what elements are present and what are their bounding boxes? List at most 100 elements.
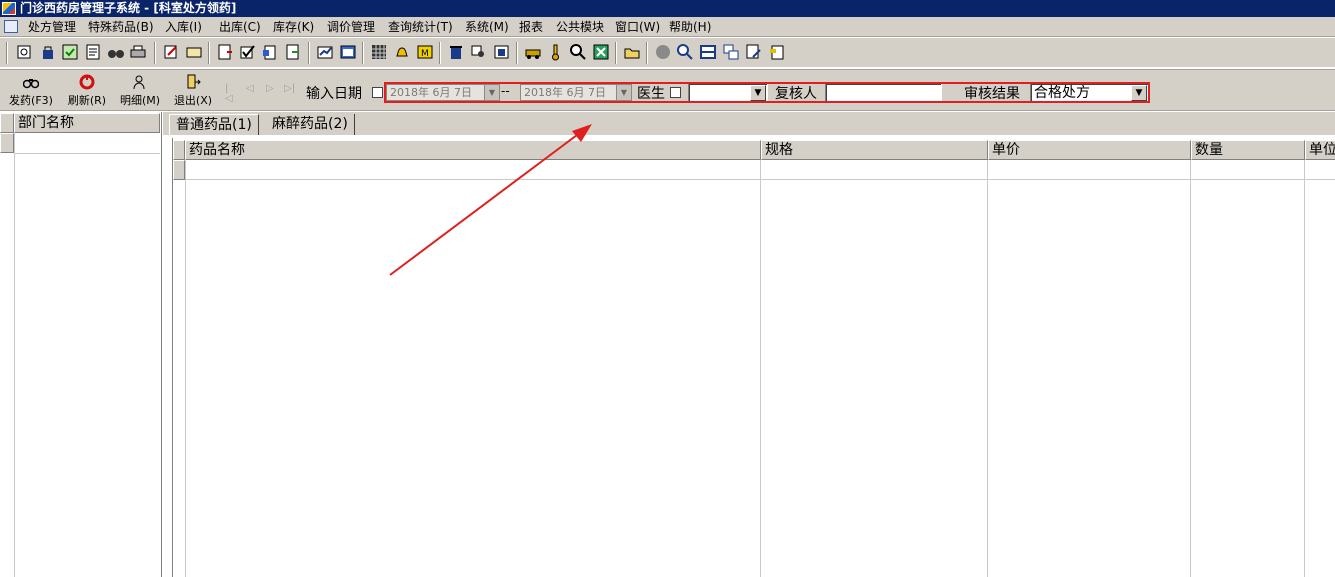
chart-icon[interactable] xyxy=(316,43,334,61)
thermometer-icon[interactable] xyxy=(546,43,564,61)
chevron-down-icon[interactable]: ▼ xyxy=(1131,85,1147,101)
edit2-icon[interactable] xyxy=(745,43,763,61)
department-header-label: 部门名称 xyxy=(18,115,74,131)
mdi-window-icon[interactable] xyxy=(4,20,18,33)
column-header-drug-name[interactable]: 药品名称 xyxy=(185,140,761,160)
menu-special-drugs[interactable]: 特殊药品(B) xyxy=(88,19,154,35)
doctor-select[interactable]: ▼ xyxy=(688,83,768,103)
person-icon xyxy=(133,75,145,90)
tab-normal-drugs[interactable]: 普通药品(1) xyxy=(169,114,259,135)
car-icon[interactable] xyxy=(524,43,542,61)
paste-icon[interactable] xyxy=(768,43,786,61)
edit-icon[interactable] xyxy=(162,43,180,61)
chevron-down-icon[interactable]: ▼ xyxy=(484,85,499,100)
menu-window[interactable]: 窗口(W) xyxy=(615,19,660,35)
binoculars-icon[interactable] xyxy=(107,43,125,61)
lock-icon[interactable] xyxy=(39,43,57,61)
print-icon[interactable] xyxy=(129,43,147,61)
bell-icon[interactable] xyxy=(393,43,411,61)
refresh-button[interactable]: 刷新(R) xyxy=(64,74,110,108)
reviewer-input[interactable] xyxy=(825,83,942,103)
dispense-button[interactable]: 发药(F3) xyxy=(6,74,56,108)
exit-label: 退出(X) xyxy=(173,94,213,107)
column-divider xyxy=(1304,160,1305,577)
date-separator: -- xyxy=(501,84,510,98)
exit-door-icon xyxy=(187,74,201,89)
prev-record-icon[interactable]: ◁ xyxy=(246,84,256,94)
menu-query-stats[interactable]: 查询统计(T) xyxy=(388,19,453,35)
refresh-icon[interactable] xyxy=(284,43,302,61)
print-preview-icon[interactable] xyxy=(15,43,33,61)
copy-icon[interactable] xyxy=(722,43,740,61)
toolbar-separator xyxy=(362,42,364,64)
tab-narcotic-drugs[interactable]: 麻醉药品(2) xyxy=(266,114,355,135)
folder-icon[interactable] xyxy=(623,43,641,61)
menu-inventory[interactable]: 库存(K) xyxy=(273,19,314,35)
window-title: 门诊西药房管理子系统 - [科室处方领药] xyxy=(20,1,237,15)
toolbar-separator xyxy=(308,42,310,64)
toolbar-separator xyxy=(516,42,518,64)
clipboard-icon[interactable] xyxy=(261,43,279,61)
menu-bar: 处方管理 特殊药品(B) 入库(I) 出库(C) 库存(K) 调价管理 查询统计… xyxy=(0,17,1335,37)
menu-reports[interactable]: 报表 xyxy=(519,19,543,35)
toolbar-separator xyxy=(208,42,210,64)
column-header-quantity[interactable]: 数量 xyxy=(1191,140,1305,160)
date-from-picker[interactable]: 2018年 6月 7日 ▼ xyxy=(386,84,500,101)
menu-price-adjust[interactable]: 调价管理 xyxy=(327,19,375,35)
money-icon[interactable]: M xyxy=(416,43,434,61)
doctor-label: 医生 xyxy=(637,86,665,102)
chevron-down-icon[interactable]: ▼ xyxy=(750,85,766,101)
zoom-icon[interactable] xyxy=(676,43,694,61)
date-checkbox[interactable] xyxy=(372,87,383,98)
document-icon[interactable] xyxy=(84,43,102,61)
row-divider xyxy=(14,153,160,154)
column-header-spec[interactable]: 规格 xyxy=(761,140,988,160)
column-header-price[interactable]: 单价 xyxy=(988,140,1191,160)
annotation-box-bottom xyxy=(384,101,1150,103)
checkmark-icon[interactable] xyxy=(239,43,257,61)
card-icon[interactable] xyxy=(185,43,203,61)
menu-prescription[interactable]: 处方管理 xyxy=(28,19,76,35)
menu-stock-in[interactable]: 入库(I) xyxy=(165,19,202,35)
excel-icon[interactable] xyxy=(592,43,610,61)
row-indicator[interactable] xyxy=(173,160,185,180)
column-divider xyxy=(1190,160,1191,577)
notepad-icon[interactable] xyxy=(216,43,234,61)
menu-stock-out[interactable]: 出库(C) xyxy=(219,19,261,35)
dispense-label: 发药(F3) xyxy=(9,94,53,107)
row-indicator[interactable] xyxy=(0,133,14,153)
column-header-unit[interactable]: 单位 xyxy=(1305,140,1335,160)
tab-normal-drugs-label: 普通药品(1) xyxy=(176,117,252,133)
drug-type-tabs: 普通药品(1) 麻醉药品(2) xyxy=(163,112,1335,135)
checkbox-icon[interactable] xyxy=(61,43,79,61)
menu-system[interactable]: 系统(M) xyxy=(465,19,509,35)
next-record-icon[interactable]: ▷ xyxy=(266,84,276,94)
exit-button[interactable]: 退出(X) xyxy=(170,74,216,108)
quantity-header: 数量 xyxy=(1195,142,1223,158)
app-icon xyxy=(2,2,16,15)
department-column-header[interactable]: 部门名称 xyxy=(14,113,160,133)
grid-icon[interactable] xyxy=(370,43,388,61)
drug-grid: 药品名称 规格 单价 数量 单位 xyxy=(172,138,1335,577)
action-toolbar: 发药(F3) 刷新(R) 明细(M) 退出(X) |◁ ◁ ▷ ▷| 输入日期 … xyxy=(0,69,1335,111)
stop-icon[interactable] xyxy=(654,43,672,61)
result-select[interactable]: 合格处方 ▼ xyxy=(1030,83,1149,103)
search-icon[interactable] xyxy=(470,43,488,61)
drug-name-header: 药品名称 xyxy=(189,142,245,158)
menu-public-module[interactable]: 公共模块 xyxy=(556,19,604,35)
last-record-icon[interactable]: ▷| xyxy=(284,84,295,94)
chevron-down-icon[interactable]: ▼ xyxy=(616,85,631,100)
table-icon[interactable] xyxy=(699,43,717,61)
first-record-icon[interactable]: |◁ xyxy=(225,84,235,104)
menu-help[interactable]: 帮助(H) xyxy=(669,19,711,35)
date-to-picker[interactable]: 2018年 6月 7日 ▼ xyxy=(520,84,632,101)
window-icon[interactable] xyxy=(339,43,357,61)
column-divider xyxy=(987,160,988,577)
binoculars-icon xyxy=(23,79,39,89)
magnifier-icon[interactable] xyxy=(569,43,587,61)
department-panel: 部门名称 xyxy=(0,112,162,577)
doctor-checkbox[interactable] xyxy=(670,87,681,98)
detail-button[interactable]: 明细(M) xyxy=(117,74,163,108)
trash-icon[interactable] xyxy=(447,43,465,61)
transfer-icon[interactable] xyxy=(493,43,511,61)
